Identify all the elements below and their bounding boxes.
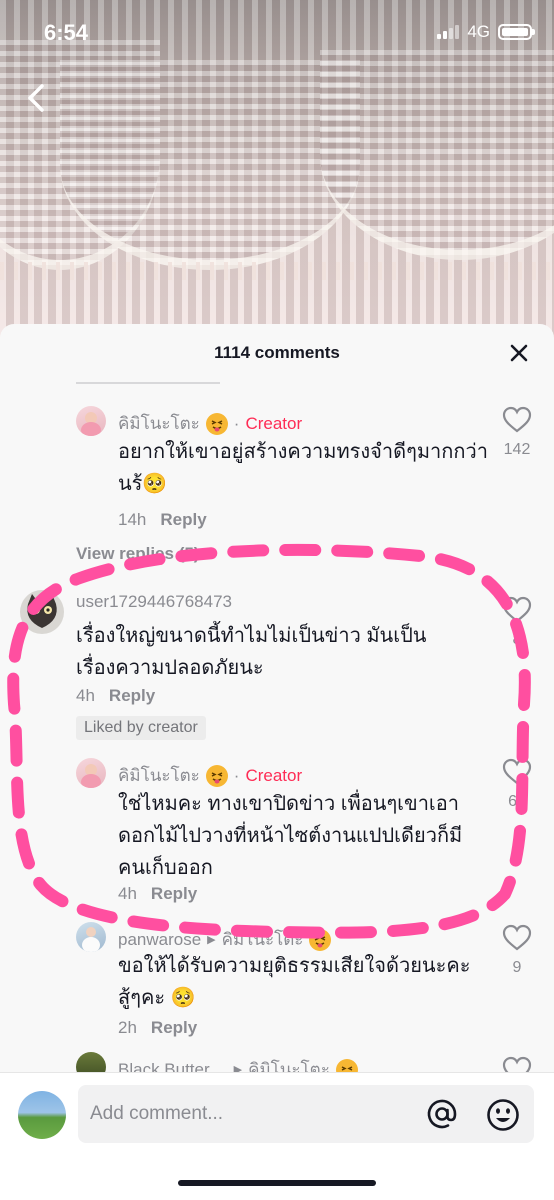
reply-button[interactable]: Reply xyxy=(151,884,197,904)
reply-button[interactable]: Reply xyxy=(109,686,155,706)
comment-time: 2h xyxy=(118,1018,137,1037)
avatar[interactable] xyxy=(76,922,106,952)
mention-at-icon[interactable] xyxy=(426,1098,458,1130)
comment-username[interactable]: panwarose xyxy=(118,930,201,950)
like-button[interactable]: 142 xyxy=(502,406,532,459)
like-button[interactable]: 61 xyxy=(502,758,532,811)
comment-username[interactable]: คิมิโนะโตะ xyxy=(118,762,200,789)
comment-input-container[interactable] xyxy=(78,1085,534,1143)
comment-time: 4h xyxy=(76,686,95,705)
avatar[interactable] xyxy=(76,758,106,788)
heart-icon xyxy=(502,406,532,433)
current-user-avatar[interactable] xyxy=(18,1091,66,1139)
separator-dot: · xyxy=(233,413,240,433)
like-button[interactable]: 9 xyxy=(502,924,532,977)
network-label: 4G xyxy=(467,22,490,41)
liked-by-creator-badge: Liked by creator xyxy=(76,716,206,740)
tongue-face-emoji-icon xyxy=(205,412,228,435)
like-count: 61 xyxy=(508,793,526,810)
comment-time: 14h xyxy=(118,510,147,529)
like-count: 9 xyxy=(512,959,522,976)
comment-text: เรื่องใหญ่ขนาดนี้ทำไมไม่เป็นข่าว มันเป็น… xyxy=(76,625,427,679)
tongue-face-emoji-icon xyxy=(205,764,228,787)
sheet-header: 1114 comments xyxy=(0,324,554,382)
heart-icon xyxy=(502,596,532,623)
comment-text: อยากให้เขาอยู่สร้างความทรงจำดีๆมากกว่านร… xyxy=(118,441,488,495)
emoji-picker-icon[interactable] xyxy=(486,1098,520,1132)
view-replies-button[interactable]: View replies (5) xyxy=(76,544,199,564)
comment-username[interactable]: user1729446768473 xyxy=(76,592,232,612)
divider xyxy=(76,382,220,384)
avatar[interactable] xyxy=(20,590,64,634)
status-time: 6:54 xyxy=(44,20,89,45)
like-count: 8 xyxy=(512,631,522,648)
back-arrow-icon[interactable] xyxy=(22,80,52,116)
comment-input[interactable] xyxy=(90,1085,420,1143)
close-icon[interactable] xyxy=(508,342,530,364)
heart-icon xyxy=(502,758,532,785)
signal-icon xyxy=(437,25,460,39)
comments-sheet: 1114 comments คิมิโนะโตะ · Creator อยากใ… xyxy=(0,324,554,1200)
like-button[interactable]: 8 xyxy=(502,596,532,649)
comment-text: ใช่ไหมคะ ทางเขาปิดข่าว เพื่อนๆเขาเอาดอกไ… xyxy=(118,793,463,879)
reply-button[interactable]: Reply xyxy=(151,1018,197,1038)
comment-text: ขอให้ได้รับความยุติธรรมเสียใจด้วยนะคะสู้… xyxy=(118,955,471,1009)
creator-tag: Creator xyxy=(245,413,303,433)
home-indicator xyxy=(178,1180,376,1186)
heart-icon xyxy=(502,924,532,951)
creator-tag: Creator xyxy=(245,765,303,785)
like-count: 142 xyxy=(503,441,531,458)
comments-count-title: 1114 comments xyxy=(214,343,340,362)
comment-time: 4h xyxy=(118,884,137,903)
comment-username[interactable]: คิมิโนะโตะ xyxy=(118,410,200,437)
status-bar: 6:54 4G xyxy=(0,0,554,66)
avatar[interactable] xyxy=(76,406,106,436)
reply-arrow-icon: ▶ xyxy=(207,934,216,946)
reply-button[interactable]: Reply xyxy=(160,510,206,530)
battery-icon xyxy=(498,24,535,40)
separator-dot: · xyxy=(233,765,240,785)
reply-to-username[interactable]: คิมิโนะโตะ xyxy=(222,926,304,953)
tongue-face-emoji-icon xyxy=(309,928,332,951)
